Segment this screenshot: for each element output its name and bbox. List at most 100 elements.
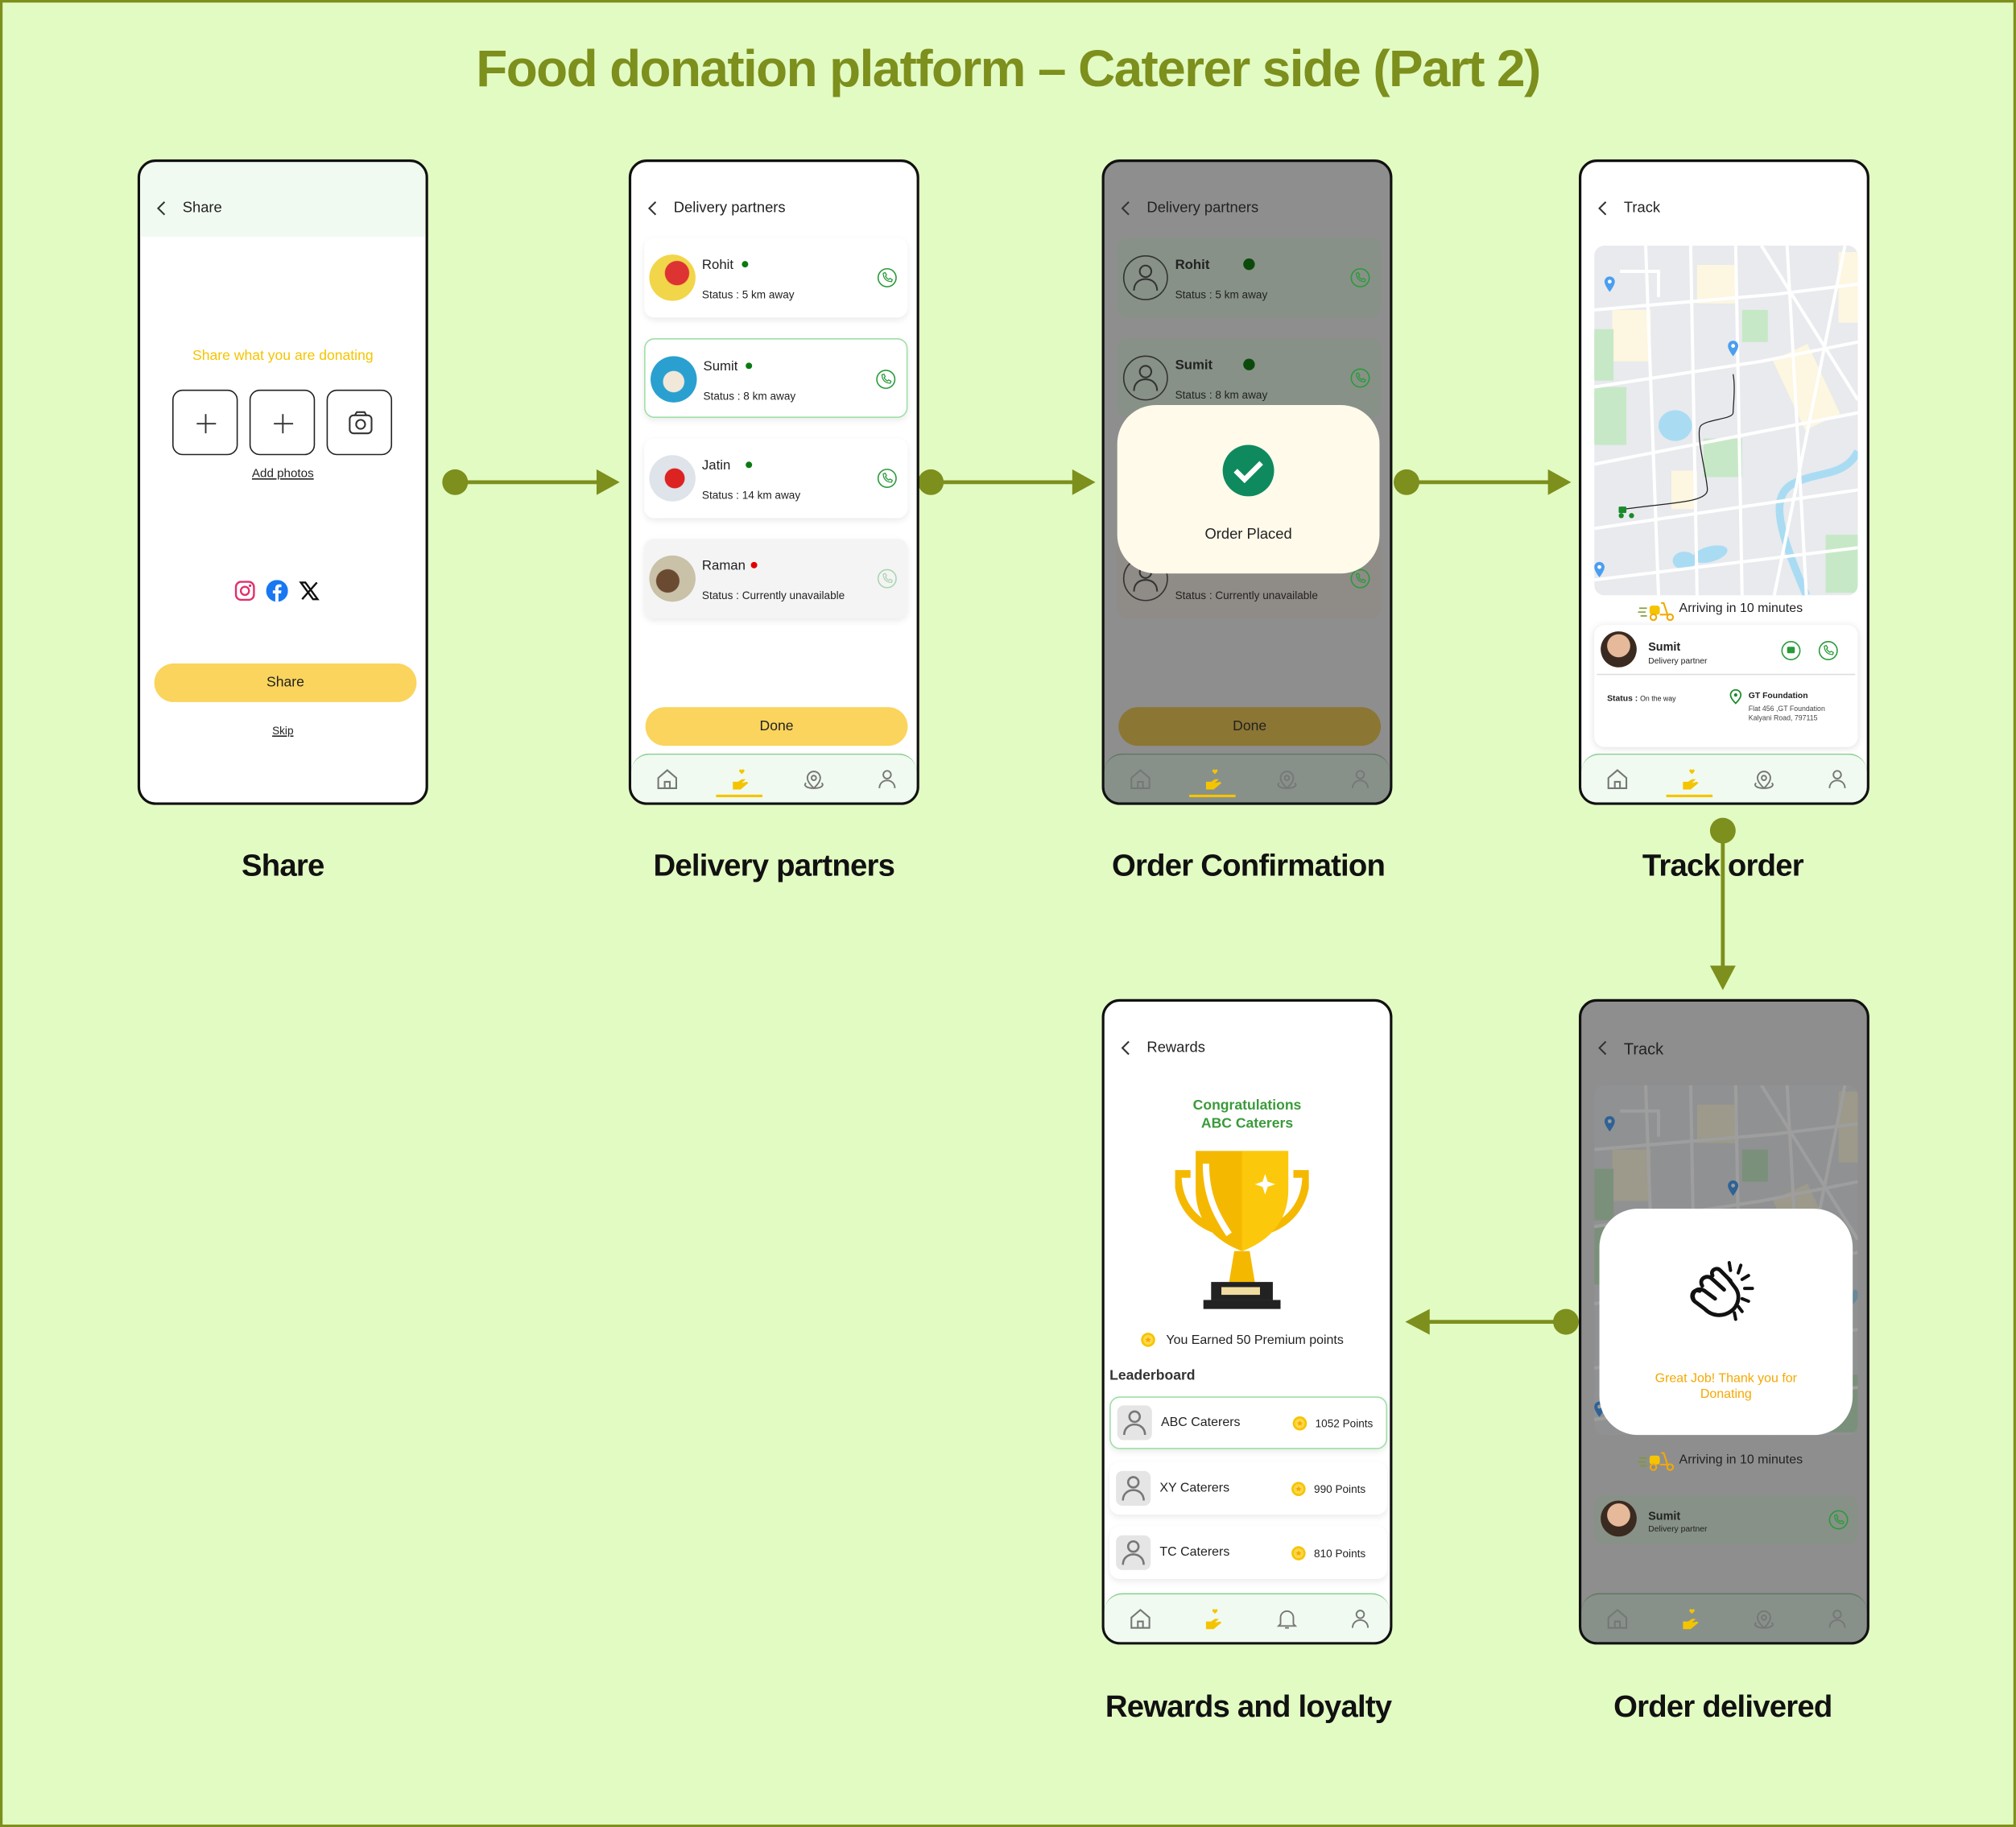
donate-icon (1201, 767, 1227, 792)
leaderboard-row: XY Caterers 990 Points (1109, 1461, 1388, 1515)
camera-button[interactable] (326, 389, 393, 456)
camera-icon (349, 411, 373, 435)
coin-icon (1291, 1482, 1306, 1497)
person-icon (1116, 1471, 1151, 1506)
phone-icon[interactable] (877, 468, 898, 489)
order-delivered-screen: Track Arriving in 10 minutes Sumit Deliv… (1578, 998, 1869, 1645)
donate-icon[interactable] (1201, 1606, 1227, 1632)
partner-name: Rohit (701, 257, 734, 273)
leaderboard-points: 810 Points (1314, 1547, 1366, 1560)
donate-icon[interactable] (728, 767, 754, 792)
partner-status: Status : 5 km away (701, 287, 795, 301)
avatar (1116, 1470, 1151, 1506)
partner-status: Status : 8 km away (703, 389, 796, 403)
home-icon (1605, 1606, 1630, 1632)
home-icon[interactable] (1605, 767, 1630, 792)
profile-icon (1824, 1606, 1850, 1632)
phone-icon (877, 568, 898, 589)
back-icon[interactable] (1594, 200, 1612, 217)
flow-arrow-confirm-to-track (1394, 469, 1572, 495)
add-photos-link[interactable]: Add photos (140, 467, 426, 482)
location-icon[interactable] (801, 767, 827, 792)
phone-icon[interactable] (877, 267, 898, 288)
check-circle-icon (1222, 444, 1274, 497)
location-pin-icon (1729, 688, 1742, 705)
scooter-icon (1638, 601, 1676, 622)
caption-rewards: Rewards and loyalty (1105, 1689, 1392, 1725)
phone-icon[interactable] (1818, 640, 1839, 661)
plus-icon (274, 414, 294, 434)
add-photo-slot[interactable] (249, 389, 316, 456)
profile-icon (1348, 767, 1374, 792)
online-status-dot (742, 261, 749, 268)
share-button[interactable]: Share (154, 663, 417, 702)
done-button[interactable]: Done (645, 707, 908, 746)
header: Rewards (1105, 1002, 1390, 1077)
header-title: Delivery partners (1146, 200, 1259, 217)
destination-address-line1: Flat 456 ,GT Foundation (1748, 705, 1825, 714)
page-title: Food donation platform – Caterer side (P… (476, 41, 1541, 98)
back-icon[interactable] (1117, 1039, 1135, 1056)
skip-link[interactable]: Skip (140, 724, 426, 737)
social-icons (234, 580, 320, 602)
eta-text: Arriving in 10 minutes (1679, 1453, 1803, 1468)
donate-icon[interactable] (1678, 767, 1704, 792)
route-map[interactable] (1594, 246, 1857, 595)
profile-icon[interactable] (874, 767, 900, 792)
add-photo-slot[interactable] (171, 389, 238, 456)
share-screen: Share Share what you are donating Add ph… (137, 159, 428, 805)
leaderboard-name: TC Caterers (1159, 1545, 1230, 1560)
destination-address-line2: Kalyani Road, 797115 (1748, 714, 1818, 723)
header: Delivery partners (1105, 162, 1390, 237)
active-tab-indicator (1189, 794, 1236, 798)
bell-icon[interactable] (1274, 1606, 1300, 1632)
done-button: Done (1118, 707, 1382, 746)
header-title: Track (1623, 200, 1661, 217)
avatar (649, 455, 696, 502)
delivery-partners-screen: Delivery partners Rohit Status : 5 km aw… (628, 159, 919, 805)
partner-name: Sumit (1175, 357, 1213, 374)
partner-role: Delivery partner (1648, 1524, 1708, 1535)
header-title: Delivery partners (673, 200, 786, 217)
partner-name: Sumit (703, 358, 738, 374)
plus-icon (196, 414, 217, 434)
back-icon[interactable] (153, 200, 171, 217)
online-status-dot (1243, 358, 1255, 370)
partner-name: Sumit (1648, 640, 1681, 654)
facebook-icon[interactable] (266, 580, 288, 602)
home-icon[interactable] (1127, 1606, 1153, 1632)
instagram-icon[interactable] (234, 580, 256, 601)
bottom-nav (1104, 1593, 1390, 1643)
avatar (651, 356, 697, 403)
partner-name: Rohit (1175, 257, 1210, 273)
avatar (649, 555, 696, 602)
rewards-screen: Rewards Congratulations ABC Caterers You… (1101, 998, 1393, 1645)
chat-icon[interactable] (1781, 640, 1802, 661)
coin-icon (1291, 1545, 1306, 1560)
back-icon[interactable] (644, 200, 662, 217)
leaderboard-title: Leaderboard (1109, 1368, 1196, 1384)
leaderboard-points: 1052 Points (1315, 1416, 1374, 1430)
partner-card-unavailable: Raman Status : Currently unavailable (644, 539, 908, 619)
destination-name: GT Foundation (1748, 692, 1808, 701)
profile-icon[interactable] (1824, 767, 1850, 792)
phone-icon (1350, 267, 1371, 288)
person-icon (1116, 1536, 1151, 1570)
flow-arrow-delivered-to-rewards (1405, 1308, 1579, 1335)
partner-card-selected[interactable]: Sumit Status : 8 km away (644, 337, 908, 418)
profile-icon[interactable] (1348, 1606, 1374, 1632)
x-icon[interactable] (298, 580, 320, 601)
partner-card[interactable]: Rohit Status : 5 km away (644, 238, 908, 318)
partner-card[interactable]: Jatin Status : 14 km away (644, 438, 908, 519)
coin-icon (1140, 1332, 1155, 1347)
home-icon[interactable] (655, 767, 680, 792)
phone-icon[interactable] (875, 369, 896, 390)
location-icon[interactable] (1751, 767, 1777, 792)
scooter-icon (1638, 1450, 1676, 1471)
partner-avatar (1601, 631, 1637, 668)
online-status-dot (746, 461, 753, 469)
order-confirmation-screen: Delivery partners Rohit Status : 5 km aw… (1101, 159, 1393, 805)
partner-card: Rohit Status : 5 km away (1117, 238, 1382, 318)
leaderboard-name: ABC Caterers (1161, 1416, 1241, 1430)
leaderboard-row: ABC Caterers 1052 Points (1109, 1396, 1388, 1449)
